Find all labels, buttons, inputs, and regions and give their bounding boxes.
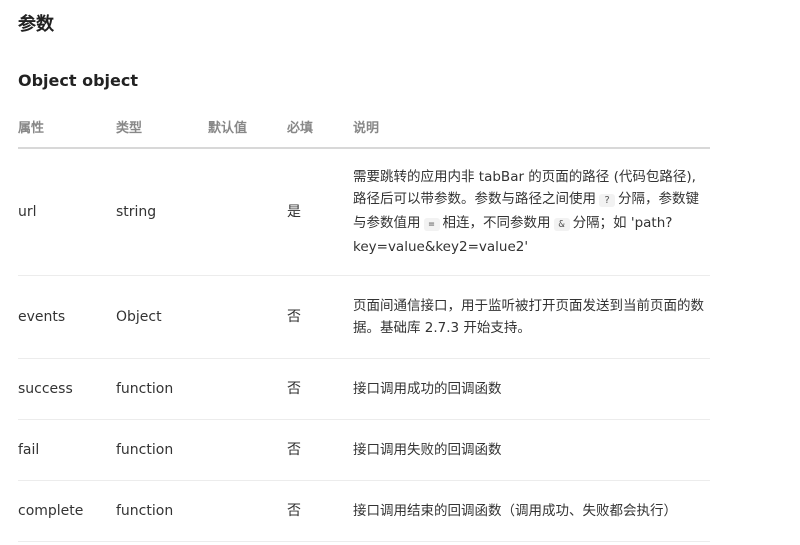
- header-type: 类型: [116, 106, 208, 149]
- table-row-events: events Object 否 页面间通信接口，用于监听被打开页面发送到当前页面…: [18, 275, 710, 359]
- header-required: 必填: [287, 106, 353, 149]
- cell-attr: events: [18, 275, 116, 359]
- cell-attr: success: [18, 358, 116, 420]
- table-row-complete: complete function 否 接口调用结束的回调函数（调用成功、失败都…: [18, 480, 710, 542]
- cell-attr: fail: [18, 419, 116, 481]
- cell-attr: complete: [18, 480, 116, 542]
- table-row-url: url string 是 需要跳转的应用内非 tabBar 的页面的路径 (代码…: [18, 148, 710, 276]
- cell-required: 是: [287, 148, 353, 276]
- inline-code: &: [553, 218, 570, 231]
- cell-type: function: [116, 358, 208, 420]
- params-table: 属性 类型 默认值 必填 说明 url string 是 需要跳转的应用内非 t…: [18, 106, 710, 542]
- cell-type: string: [116, 148, 208, 276]
- object-subtitle: Object object: [18, 71, 139, 90]
- section-title: 参数: [18, 14, 54, 35]
- table-row-success: success function 否 接口调用成功的回调函数: [18, 358, 710, 420]
- cell-desc: 接口调用失败的回调函数: [353, 419, 710, 481]
- cell-default: [208, 148, 287, 276]
- cell-default: [208, 480, 287, 542]
- cell-required: 否: [287, 419, 353, 481]
- cell-desc: 页面间通信接口，用于监听被打开页面发送到当前页面的数据。基础库 2.7.3 开始…: [353, 275, 710, 359]
- cell-desc: 接口调用成功的回调函数: [353, 358, 710, 420]
- inline-code: ?: [599, 194, 616, 207]
- cell-default: [208, 419, 287, 481]
- cell-required: 否: [287, 480, 353, 542]
- desc-text: 相连，不同参数用: [442, 215, 551, 231]
- cell-attr: url: [18, 148, 116, 276]
- table-header-row: 属性 类型 默认值 必填 说明: [18, 106, 710, 149]
- cell-type: function: [116, 419, 208, 481]
- cell-required: 否: [287, 358, 353, 420]
- cell-default: [208, 275, 287, 359]
- cell-required: 否: [287, 275, 353, 359]
- header-attr: 属性: [18, 106, 116, 149]
- cell-type: Object: [116, 275, 208, 359]
- header-desc: 说明: [353, 106, 710, 149]
- cell-desc: 接口调用结束的回调函数（调用成功、失败都会执行）: [353, 480, 710, 542]
- cell-desc: 需要跳转的应用内非 tabBar 的页面的路径 (代码包路径), 路径后可以带参…: [353, 148, 710, 276]
- cell-type: function: [116, 480, 208, 542]
- inline-code: =: [423, 218, 440, 231]
- cell-default: [208, 358, 287, 420]
- table-row-fail: fail function 否 接口调用失败的回调函数: [18, 419, 710, 481]
- header-default: 默认值: [208, 106, 287, 149]
